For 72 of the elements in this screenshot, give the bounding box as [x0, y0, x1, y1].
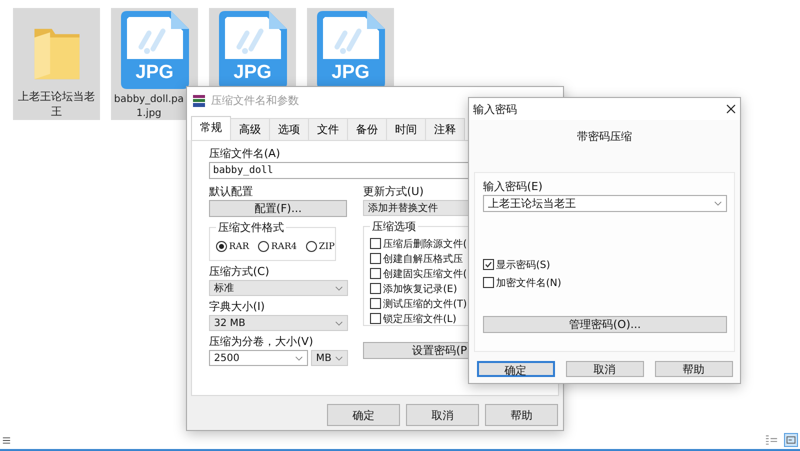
set-password-button[interactable]: 设置密码(P — [363, 342, 469, 359]
unit-dropdown[interactable]: MB — [311, 350, 348, 366]
window-title: 输入密码 — [473, 102, 517, 116]
checkbox[interactable] — [370, 238, 381, 249]
dialog-button[interactable]: 帮助 — [485, 404, 558, 426]
checkbox-label: 添加恢复记录(E) — [383, 282, 458, 296]
field-label: 输入密码(E) — [483, 180, 543, 194]
dialog-button[interactable]: 取消 — [406, 404, 479, 426]
books-icon — [192, 94, 206, 108]
radio-label: RAR — [229, 242, 250, 252]
checkbox-label: 显示密码(S) — [496, 258, 550, 272]
tab[interactable]: 注释 — [425, 118, 465, 140]
checkbox-label: 创建自解压格式压 — [383, 252, 463, 266]
tab[interactable]: 时间 — [386, 118, 426, 140]
group-title: 压缩文件格式 — [216, 220, 286, 235]
chevron-icon — [335, 356, 343, 360]
field-label: 压缩方式(C) — [209, 265, 270, 279]
desktop-icon[interactable]: JPG babby_doll.pa 1.jpg — [111, 8, 198, 120]
checkbox-label: 测试压缩的文件(T) — [383, 298, 467, 310]
large-icons-view-icon[interactable] — [784, 433, 798, 447]
tab[interactable]: 选项 — [269, 118, 309, 140]
chevron-icon — [295, 356, 303, 360]
dialog-button[interactable]: 确定 — [327, 404, 400, 426]
chevron-icon — [714, 201, 722, 206]
radio-button[interactable] — [216, 241, 227, 252]
checkbox-label: 压缩后删除源文件( — [383, 238, 467, 250]
radio-label: RAR4 — [271, 242, 297, 252]
field-label: 压缩文件名(A) — [209, 147, 280, 161]
window-title: 压缩文件名和参数 — [211, 93, 299, 108]
field-label: 字典大小(I) — [209, 300, 265, 314]
checkbox[interactable] — [483, 259, 494, 270]
checkbox[interactable] — [370, 298, 381, 309]
tab[interactable]: 文件 — [308, 118, 348, 140]
file-name: babby_doll.pa 1.jpg — [114, 93, 184, 121]
dialog-button[interactable]: 帮助 — [654, 361, 732, 377]
method-dropdown[interactable]: 标准 — [209, 280, 348, 296]
chevron-icon — [335, 286, 343, 290]
close-icon[interactable] — [726, 104, 736, 114]
file-type-label: JPG — [134, 63, 175, 83]
password-field[interactable]: 上老王论坛当老王 — [483, 195, 727, 212]
checkbox-label: 创建固实压缩文件( — [383, 268, 467, 280]
manage-passwords-button[interactable]: 管理密码(O)... — [483, 316, 727, 333]
field-label: 压缩为分卷，大小(V) — [209, 335, 314, 349]
dictionary-dropdown[interactable]: 32 MB — [209, 315, 348, 331]
tab[interactable]: 高级 — [230, 118, 270, 140]
field-label: 更新方式(U) — [363, 185, 424, 199]
field-label: 默认配置 — [209, 185, 253, 199]
dialog-heading: 带密码压缩 — [577, 129, 632, 144]
checkbox[interactable] — [370, 283, 381, 294]
volume-size-dropdown[interactable]: 2500 — [209, 350, 308, 366]
dialog-button[interactable]: 取消 — [566, 361, 644, 377]
checkbox[interactable] — [370, 313, 381, 324]
file-name: 上老王论坛当老王 — [17, 89, 96, 119]
profile-button[interactable]: 配置(F)... — [209, 200, 347, 217]
dialog-button[interactable]: 确定 — [476, 361, 554, 377]
radio-button[interactable] — [258, 241, 270, 252]
checkbox-label: 锁定压缩文件(L) — [383, 312, 456, 326]
checkbox-label: 加密文件名(N) — [496, 276, 562, 290]
group-title: 压缩选项 — [370, 219, 418, 234]
tab[interactable]: 常规 — [191, 116, 231, 140]
checkbox[interactable] — [370, 268, 381, 279]
file-type-label: JPG — [232, 63, 273, 83]
checkbox[interactable] — [370, 253, 381, 264]
checkbox[interactable] — [483, 277, 494, 288]
desktop-icon[interactable]: 上老王论坛当老王 — [13, 8, 100, 120]
radio-label: ZIP — [318, 242, 335, 252]
details-view-icon[interactable] — [765, 434, 778, 446]
tab[interactable]: 备份 — [347, 118, 387, 140]
radio-button[interactable] — [306, 241, 317, 252]
chevron-icon — [335, 320, 343, 326]
list-icon[interactable] — [2, 436, 11, 444]
file-type-label: JPG — [330, 63, 371, 83]
